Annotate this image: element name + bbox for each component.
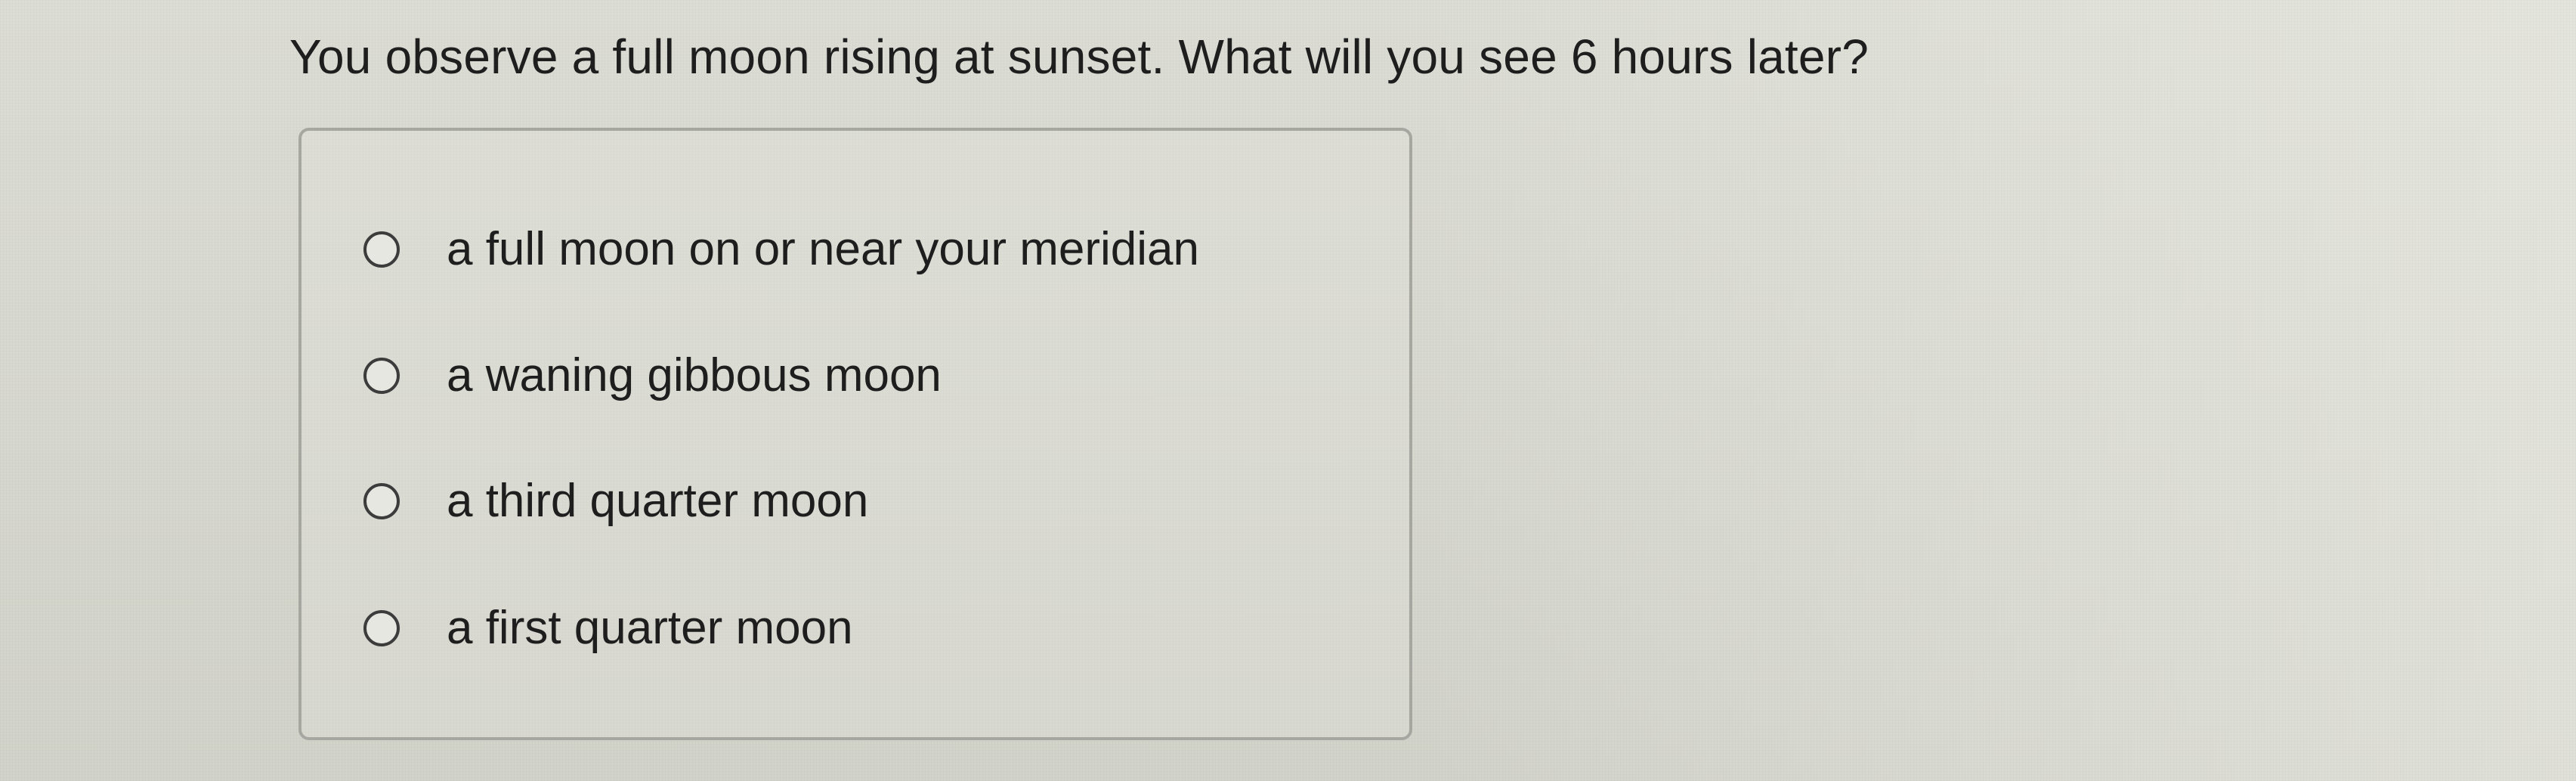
option-label: a waning gibbous moon [447,349,942,401]
option-label: a third quarter moon [447,475,869,527]
option-label: a full moon on or near your meridian [447,223,1199,275]
answer-option-third-quarter[interactable]: a third quarter moon [363,478,868,525]
question-text: You observe a full moon rising at sunset… [289,29,1869,84]
answer-option-first-quarter[interactable]: a first quarter moon [363,605,853,652]
radio-button-icon[interactable] [363,610,400,646]
radio-button-icon[interactable] [363,483,400,519]
answer-option-waning-gibbous[interactable]: a waning gibbous moon [363,352,942,399]
radio-button-icon[interactable] [363,358,400,394]
answer-options-box: a full moon on or near your meridian a w… [298,128,1412,740]
option-label: a first quarter moon [447,602,853,654]
answer-option-full-moon-meridian[interactable]: a full moon on or near your meridian [363,226,1199,273]
radio-button-icon[interactable] [363,231,400,268]
